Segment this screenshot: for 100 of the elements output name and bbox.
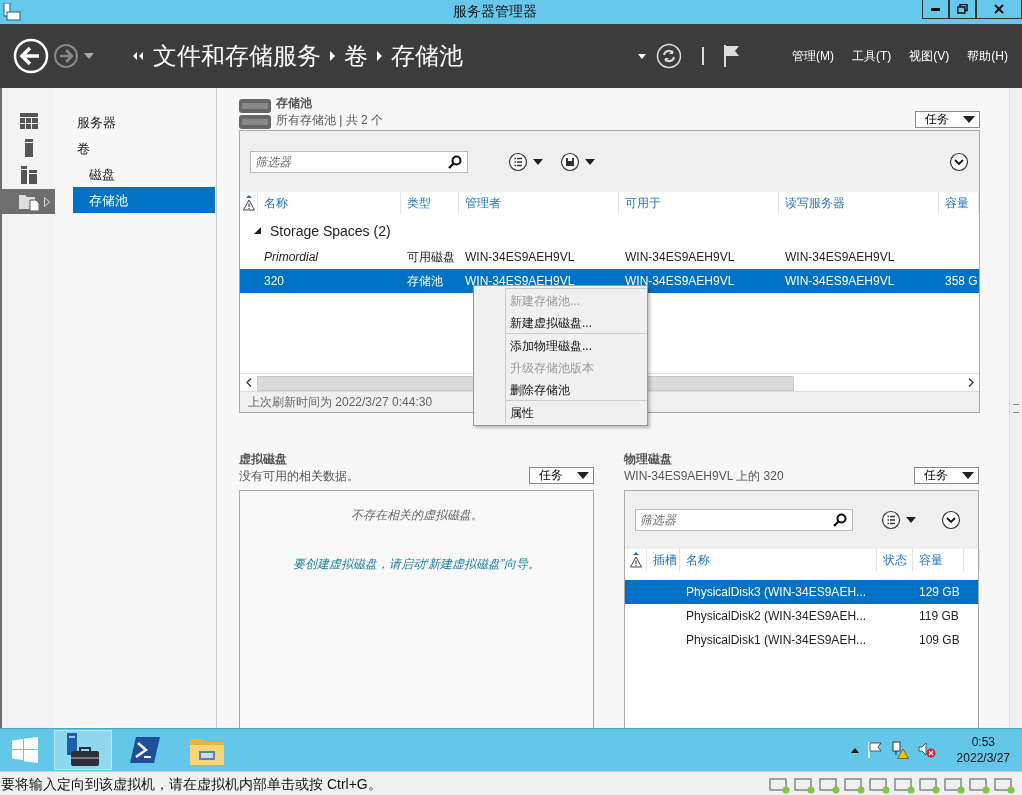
status-message: 要将输入定向到该虚拟机，请在虚拟机内部单击或按 Ctrl+G。 xyxy=(1,775,382,794)
table-cell-text: 320 xyxy=(263,274,286,288)
refresh-icon[interactable] xyxy=(656,43,682,69)
network-warning-icon[interactable] xyxy=(890,741,909,759)
dashboard-icon xyxy=(19,112,38,129)
powershell-icon xyxy=(130,737,160,763)
expand-icon[interactable] xyxy=(941,510,961,530)
tasks-dropdown[interactable]: 任务 xyxy=(529,467,594,484)
table-row[interactable]: PhysicalDisk1 (WIN-34ES9AEH... 109 GB xyxy=(625,628,978,652)
column-header[interactable]: 名称 xyxy=(258,192,401,214)
column-header[interactable]: 插槽 xyxy=(647,549,680,571)
column-header[interactable]: 状态 xyxy=(877,549,913,571)
clock-date[interactable]: 2022/3/27 xyxy=(956,750,1010,766)
breadcrumb-item[interactable]: 卷 xyxy=(344,40,368,72)
nav-item[interactable]: 存储池 xyxy=(73,187,215,213)
column-header[interactable]: 名称 xyxy=(680,549,877,571)
forward-button[interactable] xyxy=(53,43,79,69)
table-cell-text: WIN-34ES9AEH9VL xyxy=(784,274,896,288)
table-cell-text: WIN-34ES9AEH9VL xyxy=(624,250,736,264)
collapse-triangle-icon[interactable] xyxy=(254,227,262,235)
menu-item[interactable]: 工具(T) xyxy=(848,47,896,65)
table-cell-text: PhysicalDisk3 (WIN-34ES9AEH... xyxy=(685,585,868,599)
table-cell-text: WIN-34ES9AEH9VL xyxy=(464,250,576,264)
servers-icon xyxy=(20,165,37,184)
scroll-right-icon[interactable] xyxy=(967,378,974,387)
expand-arrow-icon xyxy=(44,197,50,207)
menu-item[interactable]: 管理(M) xyxy=(788,47,838,65)
restore-button[interactable] xyxy=(949,0,976,19)
table-row[interactable]: 320 存储池 WIN-34ES9AEH9VL WIN-34ES9AEH9VL WIN-34ES9AEH9VL 358 G xyxy=(240,269,979,293)
table-cell-text: 119 GB xyxy=(918,609,960,623)
vertical-scrollbar[interactable] xyxy=(1009,88,1022,728)
warning-sort-icon[interactable] xyxy=(242,195,255,211)
filter-field[interactable]: 筛选器 xyxy=(635,509,853,531)
breadcrumb-separator-icon xyxy=(330,51,335,61)
taskbar-app[interactable] xyxy=(54,730,112,770)
table-row[interactable]: Primordial 可用磁盘 WIN-34ES9AEH9VL WIN-34ES9AEH9VL WIN-34ES9AEH9VL xyxy=(240,245,979,269)
filter-field[interactable]: 筛选器 xyxy=(250,150,468,173)
table-cell-text: 129 GB xyxy=(918,585,961,599)
table-cell-text: Primordial xyxy=(263,250,319,264)
table-cell-text: 存储池 xyxy=(406,274,444,288)
close-button[interactable] xyxy=(976,0,1022,19)
file-folder-icon xyxy=(18,192,39,211)
notifications-flag-icon[interactable] xyxy=(724,45,740,67)
menu-item[interactable]: 属性 xyxy=(506,401,647,423)
section-title: 虚拟磁盘 xyxy=(239,451,288,468)
warning-sort-icon[interactable] xyxy=(629,552,642,568)
table-cell-text: PhysicalDisk1 (WIN-34ES9AEH... xyxy=(685,633,868,647)
close-icon xyxy=(994,4,1004,14)
sidebar-tab[interactable] xyxy=(2,189,55,214)
back-button[interactable] xyxy=(13,38,49,74)
server-toolbox-icon xyxy=(65,733,101,767)
windows-logo-icon xyxy=(12,737,38,763)
show-hidden-icons-icon[interactable] xyxy=(850,747,859,753)
dropdown-caret-icon[interactable] xyxy=(638,53,646,59)
column-header[interactable]: 管理者 xyxy=(459,192,619,214)
column-header[interactable]: 容量 xyxy=(939,192,979,214)
caret-icon xyxy=(577,472,589,479)
table-row[interactable]: PhysicalDisk3 (WIN-34ES9AEH... 129 GB xyxy=(625,580,978,604)
nav-item[interactable]: 磁盘 xyxy=(73,161,215,187)
menu-item[interactable]: 视图(V) xyxy=(905,47,954,65)
flag-icon[interactable] xyxy=(867,742,882,758)
breadcrumb-item[interactable]: 存储池 xyxy=(391,40,463,72)
section-subtitle: WIN-34ES9AEH9VL 上的 320 xyxy=(624,468,784,485)
tasks-dropdown[interactable]: 任务 xyxy=(914,467,979,484)
restore-icon xyxy=(957,4,968,14)
storage-pool-icon xyxy=(239,99,271,129)
speaker-muted-icon[interactable] xyxy=(917,742,936,758)
table-cell-text: 109 GB xyxy=(918,633,961,647)
nav-item[interactable]: 卷 xyxy=(73,135,215,161)
breadcrumb-collapse-icon[interactable] xyxy=(132,51,144,61)
search-icon[interactable] xyxy=(448,154,462,169)
window-title: 服务器管理器 xyxy=(453,3,537,21)
search-icon[interactable] xyxy=(833,513,847,527)
table-row[interactable]: PhysicalDisk2 (WIN-34ES9AEH... 119 GB xyxy=(625,604,978,628)
column-header[interactable]: 读写服务器 xyxy=(779,192,939,214)
hint-text: 要创建虚拟磁盘，请启动“新建虚拟磁盘”向导。 xyxy=(291,556,542,573)
section-subtitle: 所有存储池 | 共 2 个 xyxy=(276,112,384,129)
server-icon xyxy=(24,138,33,157)
menu-item[interactable]: 添加物理磁盘... xyxy=(506,334,647,356)
table-cell-text: WIN-34ES9AEH9VL xyxy=(784,250,896,264)
expand-icon[interactable] xyxy=(949,151,969,172)
history-caret-icon[interactable] xyxy=(84,53,94,59)
tasks-dropdown[interactable]: 任务 xyxy=(915,111,980,128)
column-header[interactable]: 类型 xyxy=(401,192,459,214)
empty-message: 不存在相关的虚拟磁盘。 xyxy=(349,507,484,524)
nav-item[interactable]: 服务器 xyxy=(73,109,215,135)
column-header[interactable]: 可用于 xyxy=(619,192,779,214)
clock-time[interactable]: 0:53 xyxy=(971,734,995,750)
breadcrumb-item[interactable]: 文件和存储服务 xyxy=(153,40,321,72)
minimize-button[interactable] xyxy=(922,0,949,19)
section-title: 存储池 xyxy=(276,95,313,112)
section-subtitle: 没有可用的相关数据。 xyxy=(239,468,359,485)
caret-icon xyxy=(962,472,974,479)
column-header[interactable]: 容量 xyxy=(913,549,964,571)
menu-item[interactable]: 帮助(H) xyxy=(963,47,1012,65)
table-cell-text: 可用磁盘 xyxy=(406,250,456,264)
app-icon[interactable] xyxy=(3,3,21,21)
menu-item[interactable]: 新建虚拟磁盘... xyxy=(506,311,647,333)
scroll-left-icon[interactable] xyxy=(245,378,252,387)
minimize-icon xyxy=(931,7,940,11)
